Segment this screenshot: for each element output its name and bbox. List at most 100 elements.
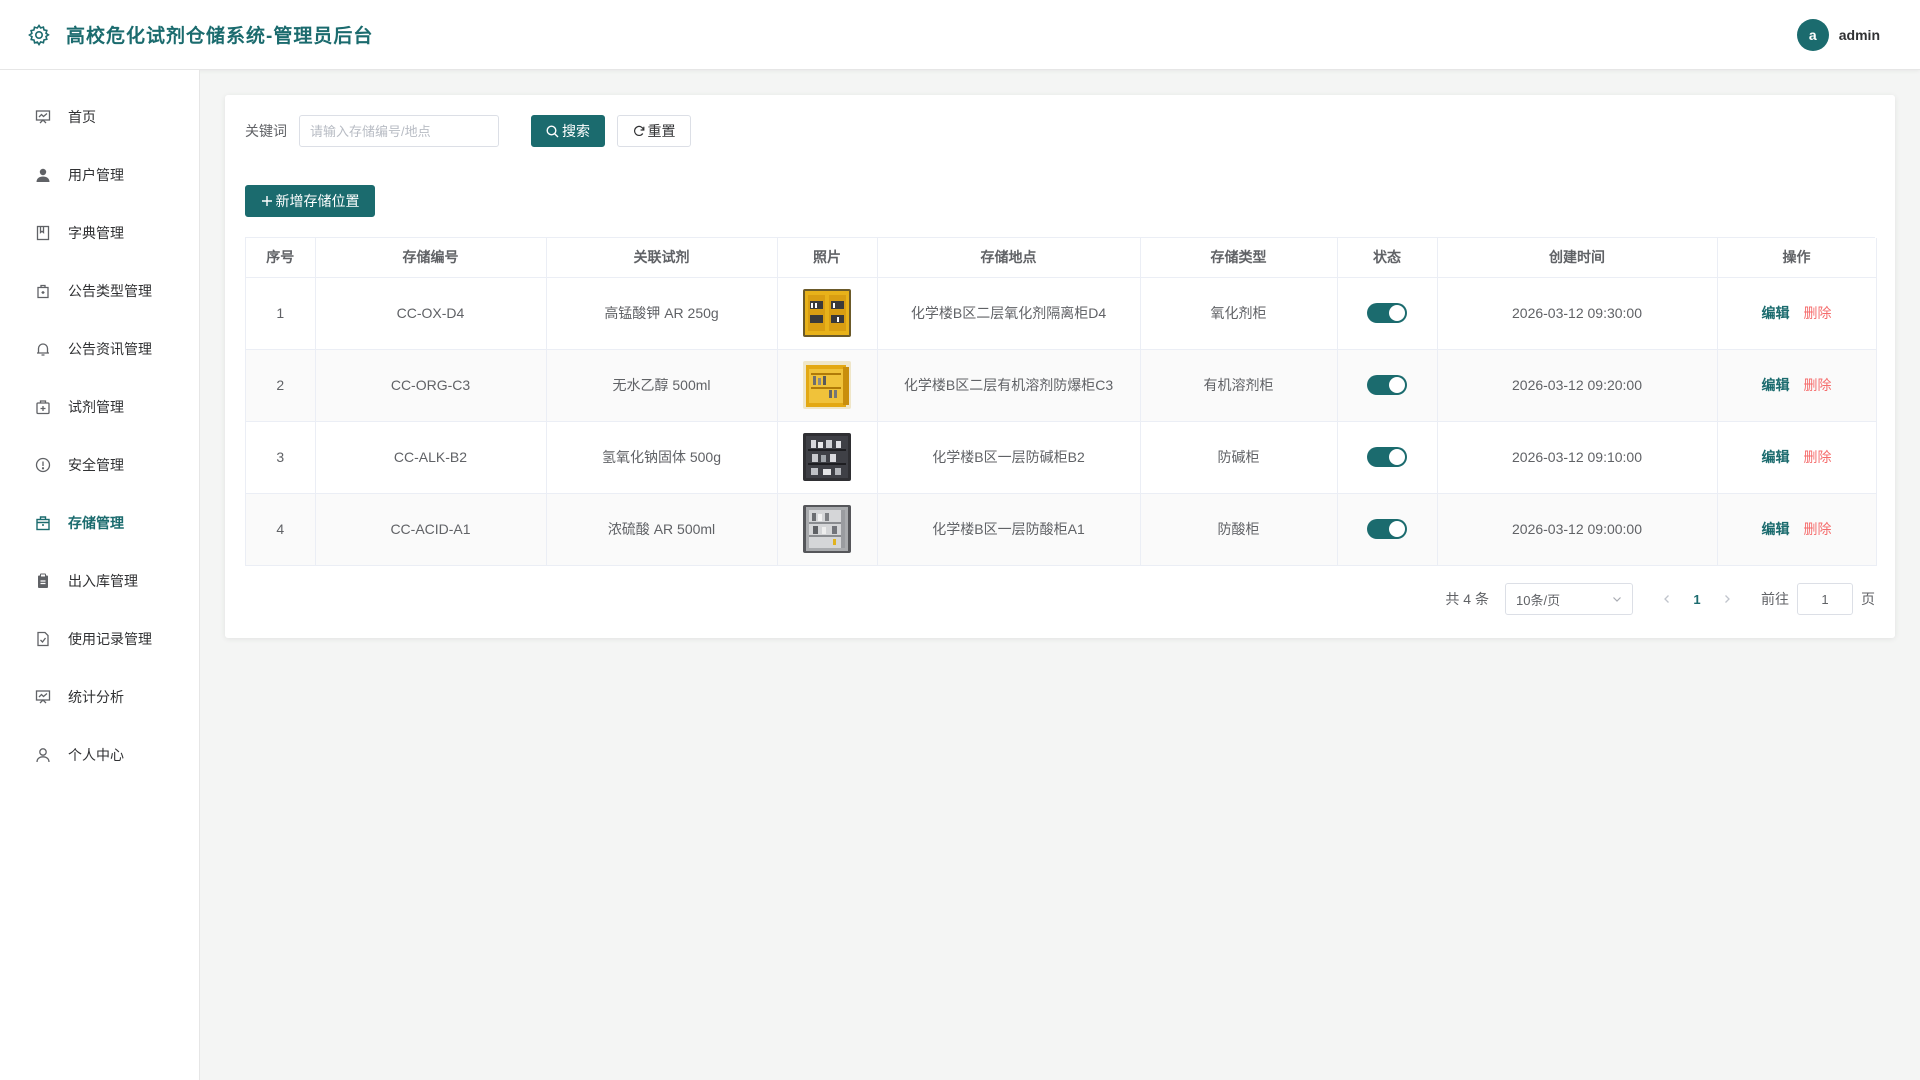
- sidebar-item-label: 首页: [68, 109, 96, 125]
- column-header: 存储编号: [315, 238, 547, 278]
- sidebar-item-label: 试剂管理: [68, 399, 124, 415]
- cell-photo: [777, 349, 878, 422]
- sidebar-item-notice-news[interactable]: 公告资讯管理: [0, 320, 199, 378]
- bell-icon: [34, 340, 52, 358]
- sidebar-item-inout[interactable]: 出入库管理: [0, 552, 199, 610]
- cell-index: 1: [246, 277, 316, 350]
- chevron-left-icon: [1664, 595, 1669, 603]
- refresh-icon: [633, 125, 645, 137]
- cell-status: [1337, 277, 1438, 350]
- sidebar-item-label: 字典管理: [68, 225, 124, 241]
- storage-photo[interactable]: [803, 361, 851, 409]
- edit-button[interactable]: 编辑: [1762, 305, 1790, 321]
- cell-created: 2026-03-12 09:10:00: [1437, 421, 1718, 494]
- delete-button[interactable]: 删除: [1804, 521, 1832, 537]
- cell-index: 4: [246, 493, 316, 566]
- reset-button-label: 重置: [647, 123, 676, 139]
- warning-circle-icon: [34, 456, 52, 474]
- clipboard-icon: [34, 572, 52, 590]
- goto-suffix: 页: [1861, 591, 1875, 607]
- cell-photo: [777, 421, 878, 494]
- sidebar-item-home[interactable]: 首页: [0, 88, 199, 146]
- column-header: 操作: [1717, 238, 1877, 278]
- sidebar-item-safety[interactable]: 安全管理: [0, 436, 199, 494]
- storage-photo[interactable]: [803, 505, 851, 553]
- edit-button[interactable]: 编辑: [1762, 377, 1790, 393]
- notice-type-icon: [34, 282, 52, 300]
- user-menu[interactable]: a admin: [1796, 19, 1880, 51]
- sidebar-item-label: 公告类型管理: [68, 283, 152, 299]
- cell-index: 2: [246, 349, 316, 422]
- sidebar-item-reagent[interactable]: 试剂管理: [0, 378, 199, 436]
- sidebar-item-notice-type[interactable]: 公告类型管理: [0, 262, 199, 320]
- search-icon: [546, 124, 559, 138]
- sidebar-item-storage[interactable]: 存储管理: [0, 494, 199, 552]
- reset-button[interactable]: 重置: [617, 115, 691, 147]
- pagination-total: 共 4 条: [1445, 591, 1489, 607]
- cell-code: CC-ALK-B2: [315, 421, 547, 494]
- storage-photo[interactable]: [803, 433, 851, 481]
- cell-reagent: 氢氧化钠固体 500g: [546, 421, 778, 494]
- cell-type: 有机溶剂柜: [1140, 349, 1338, 422]
- page-number[interactable]: 1: [1681, 585, 1713, 613]
- add-storage-button[interactable]: 新增存储位置: [245, 185, 375, 217]
- sidebar-item-label: 出入库管理: [68, 573, 138, 589]
- cell-reagent: 浓硫酸 AR 500ml: [546, 493, 778, 566]
- status-toggle[interactable]: [1367, 375, 1407, 395]
- status-toggle[interactable]: [1367, 447, 1407, 467]
- storage-photo[interactable]: [803, 289, 851, 337]
- cell-type: 防碱柜: [1140, 421, 1338, 494]
- pagination: 共 4 条 10条/页 1 前往 页: [1445, 583, 1875, 615]
- chevron-right-icon: [1725, 595, 1730, 603]
- cell-location: 化学楼B区二层氧化剂隔离柜D4: [877, 277, 1141, 350]
- avatar[interactable]: a: [1796, 19, 1829, 51]
- keyword-label: 关键词: [245, 123, 287, 139]
- next-page-button[interactable]: [1713, 585, 1741, 613]
- prev-page-button[interactable]: [1653, 585, 1681, 613]
- status-toggle[interactable]: [1367, 303, 1407, 323]
- column-header: 关联试剂: [546, 238, 778, 278]
- cell-location: 化学楼B区一层防碱柜B2: [877, 421, 1141, 494]
- sidebar-item-label: 使用记录管理: [68, 631, 152, 647]
- stats-icon: [34, 688, 52, 706]
- status-toggle[interactable]: [1367, 519, 1407, 539]
- page-size-select[interactable]: 10条/页: [1505, 583, 1633, 615]
- cell-status: [1337, 349, 1438, 422]
- table-row: 3 CC-ALK-B2 氢氧化钠固体 500g 化学楼B区一层防碱柜B2 防碱柜…: [246, 421, 1877, 494]
- delete-button[interactable]: 删除: [1804, 377, 1832, 393]
- edit-button[interactable]: 编辑: [1762, 449, 1790, 465]
- goto-page-input[interactable]: [1797, 583, 1853, 615]
- dictionary-icon: [34, 224, 52, 242]
- cell-type: 防酸柜: [1140, 493, 1338, 566]
- sidebar-item-stats[interactable]: 统计分析: [0, 668, 199, 726]
- sidebar-item-label: 用户管理: [68, 167, 124, 183]
- search-input[interactable]: [299, 115, 499, 147]
- sidebar-item-label: 安全管理: [68, 457, 124, 473]
- cell-actions: 编辑 删除: [1717, 421, 1877, 494]
- table-header-row: 序号 存储编号 关联试剂 照片 存储地点 存储类型 状态 创建时间 操作: [246, 238, 1877, 278]
- sidebar-item-dictionary[interactable]: 字典管理: [0, 204, 199, 262]
- user-icon: [34, 166, 52, 184]
- column-header: 状态: [1337, 238, 1438, 278]
- plus-icon: [261, 195, 273, 207]
- delete-button[interactable]: 删除: [1804, 305, 1832, 321]
- edit-button[interactable]: 编辑: [1762, 521, 1790, 537]
- search-button[interactable]: 搜索: [531, 115, 605, 147]
- cell-status: [1337, 421, 1438, 494]
- home-chart-icon: [34, 108, 52, 126]
- chevron-down-icon: [1612, 592, 1622, 607]
- sidebar-item-usage-record[interactable]: 使用记录管理: [0, 610, 199, 668]
- search-bar: 关键词 搜索 重置: [245, 115, 691, 147]
- delete-button[interactable]: 删除: [1804, 449, 1832, 465]
- sidebar-item-profile[interactable]: 个人中心: [0, 726, 199, 784]
- gear-icon: [26, 22, 52, 48]
- cell-actions: 编辑 删除: [1717, 277, 1877, 350]
- sidebar-item-users[interactable]: 用户管理: [0, 146, 199, 204]
- column-header: 存储地点: [877, 238, 1141, 278]
- cell-location: 化学楼B区一层防酸柜A1: [877, 493, 1141, 566]
- cell-location: 化学楼B区二层有机溶剂防爆柜C3: [877, 349, 1141, 422]
- page-size-value: 10条/页: [1516, 592, 1561, 608]
- top-header: 高校危化试剂仓储系统-管理员后台 a admin: [0, 0, 1920, 70]
- username[interactable]: admin: [1839, 27, 1880, 43]
- column-header: 创建时间: [1437, 238, 1718, 278]
